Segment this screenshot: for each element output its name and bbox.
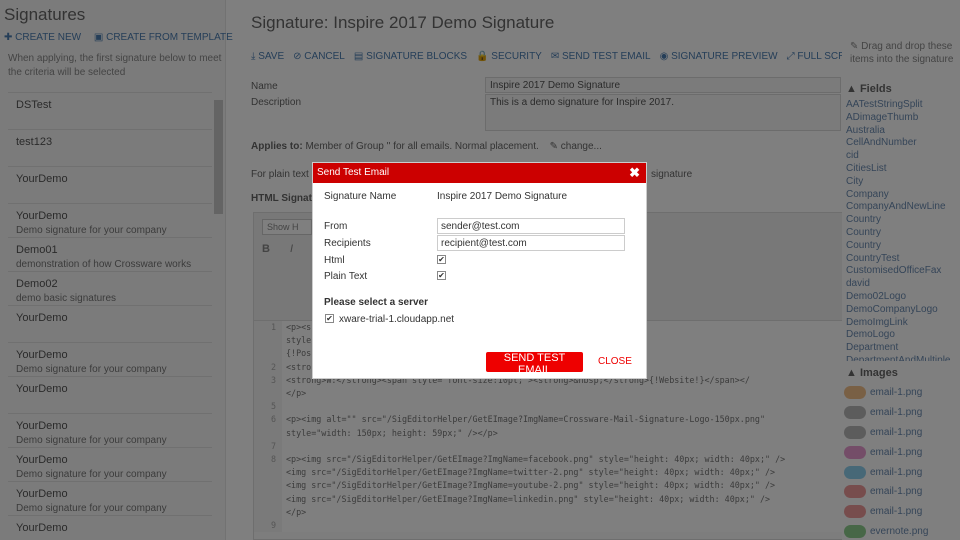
plain-text-label: Plain Text <box>324 271 368 282</box>
recipients-label: Recipients <box>324 238 371 249</box>
signature-name-label: Signature Name <box>324 191 397 202</box>
signature-name-value: Inspire 2017 Demo Signature <box>437 191 568 202</box>
html-checkbox[interactable]: ✔ <box>437 255 446 264</box>
plain-text-checkbox[interactable]: ✔ <box>437 271 446 280</box>
close-button[interactable]: CLOSE <box>598 356 632 367</box>
server-heading: Please select a server <box>324 297 428 308</box>
from-input[interactable] <box>437 218 625 234</box>
recipients-input[interactable] <box>437 235 625 251</box>
send-test-email-dialog: Send Test Email ✖ Signature Name Inspire… <box>312 162 647 379</box>
from-label: From <box>324 221 348 232</box>
close-icon[interactable]: ✖ <box>629 163 640 183</box>
server-name: xware-trial-1.cloudapp.net <box>339 314 455 325</box>
dialog-header: Send Test Email ✖ <box>313 163 646 183</box>
html-label: Html <box>324 255 345 266</box>
server-checkbox[interactable]: ✔ <box>325 314 334 323</box>
dialog-title: Send Test Email <box>317 167 390 178</box>
send-test-email-button[interactable]: SEND TEST EMAIL <box>486 352 583 376</box>
